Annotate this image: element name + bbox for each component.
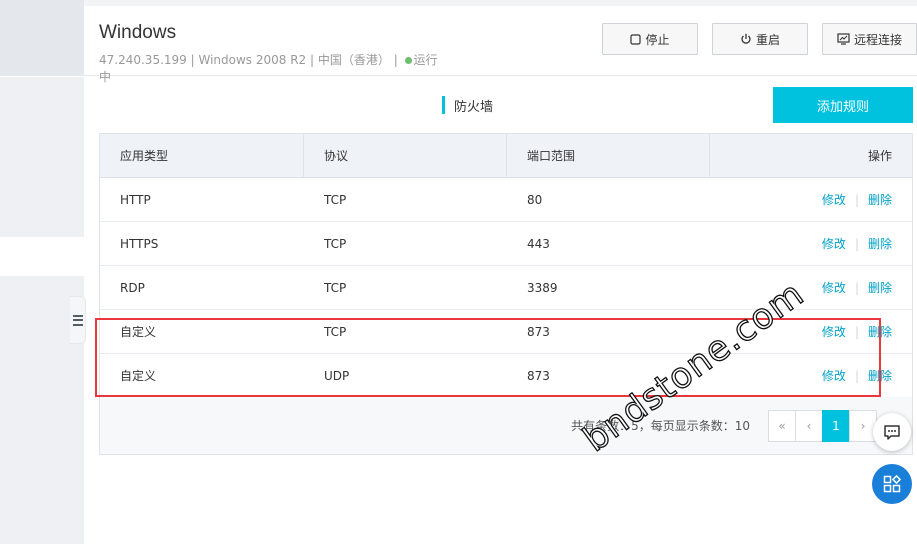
- cell-actions: 修改 | 删除: [821, 191, 892, 208]
- table-header: 应用类型 协议 端口范围 操作: [100, 134, 912, 178]
- edit-link[interactable]: 修改: [822, 235, 846, 252]
- stop-button[interactable]: 停止: [602, 23, 698, 55]
- cell-protocol: TCP: [324, 192, 347, 207]
- nav-block-middle[interactable]: [0, 77, 84, 237]
- cell-actions: 修改 | 删除: [821, 235, 892, 252]
- chat-icon: [884, 424, 900, 440]
- delete-link[interactable]: 删除: [868, 235, 892, 252]
- apps-icon: [883, 474, 902, 493]
- instance-os: Windows 2008 R2: [198, 53, 307, 67]
- first-page-button[interactable]: «: [768, 410, 796, 442]
- column-header-app-type: 应用类型: [100, 134, 304, 177]
- apps-button[interactable]: [872, 464, 912, 504]
- nav-block-top[interactable]: [0, 0, 84, 76]
- instance-header: Windows 47.240.35.199 | Windows 2008 R2 …: [84, 0, 917, 84]
- edit-link[interactable]: 修改: [822, 279, 846, 296]
- table-row: HTTPS TCP 443 修改 | 删除: [100, 222, 912, 266]
- instance-region: 中国（香港）: [317, 53, 390, 67]
- column-header-port-range: 端口范围: [507, 134, 710, 177]
- restart-label: 重启: [755, 32, 780, 47]
- firewall-title-text: 防火墙: [454, 99, 494, 115]
- table-row: HTTP TCP 80 修改 | 删除: [100, 178, 912, 222]
- instance-title: Windows: [99, 22, 177, 43]
- cell-app-type: RDP: [120, 280, 145, 295]
- cell-protocol: TCP: [324, 236, 347, 251]
- remote-connect-button[interactable]: 远程连接: [822, 23, 917, 55]
- menu-collapse-icon[interactable]: [70, 296, 86, 344]
- prev-page-button[interactable]: ‹: [795, 410, 823, 442]
- delete-link[interactable]: 删除: [868, 191, 892, 208]
- cell-actions: 修改 | 删除: [821, 279, 892, 296]
- restart-button[interactable]: 重启: [712, 23, 808, 55]
- page-1-button[interactable]: 1: [822, 410, 850, 442]
- add-rule-button[interactable]: 添加规则: [773, 87, 913, 123]
- edit-link[interactable]: 修改: [822, 191, 846, 208]
- cell-port-range: 3389: [527, 280, 558, 295]
- chat-button[interactable]: [873, 413, 911, 451]
- stop-label: 停止: [645, 32, 670, 47]
- remote-connect-label: 远程连接: [853, 32, 902, 47]
- cell-app-type: HTTP: [120, 192, 151, 207]
- section-accent-bar: [442, 96, 445, 114]
- status-dot-icon: [404, 57, 412, 64]
- firewall-section-title: 防火墙: [442, 95, 493, 115]
- left-navigation: [0, 0, 84, 544]
- cell-port-range: 443: [527, 236, 550, 251]
- instance-info: 47.240.35.199 | Windows 2008 R2 | 中国（香港）…: [99, 53, 438, 84]
- cell-protocol: TCP: [324, 280, 347, 295]
- instance-ip: 47.240.35.199: [99, 53, 187, 67]
- stop-square-icon: [630, 33, 642, 45]
- column-header-protocol: 协议: [304, 134, 507, 177]
- power-icon: [741, 33, 751, 44]
- cell-port-range: 80: [527, 192, 543, 207]
- cell-app-type: HTTPS: [120, 236, 159, 251]
- column-header-actions: 操作: [867, 149, 892, 163]
- delete-link[interactable]: 删除: [868, 279, 892, 296]
- pagination-bar: 共有条数：5，每页显示条数：10 « ‹ 1 ›: [99, 397, 913, 455]
- remote-desktop-icon: [837, 33, 850, 45]
